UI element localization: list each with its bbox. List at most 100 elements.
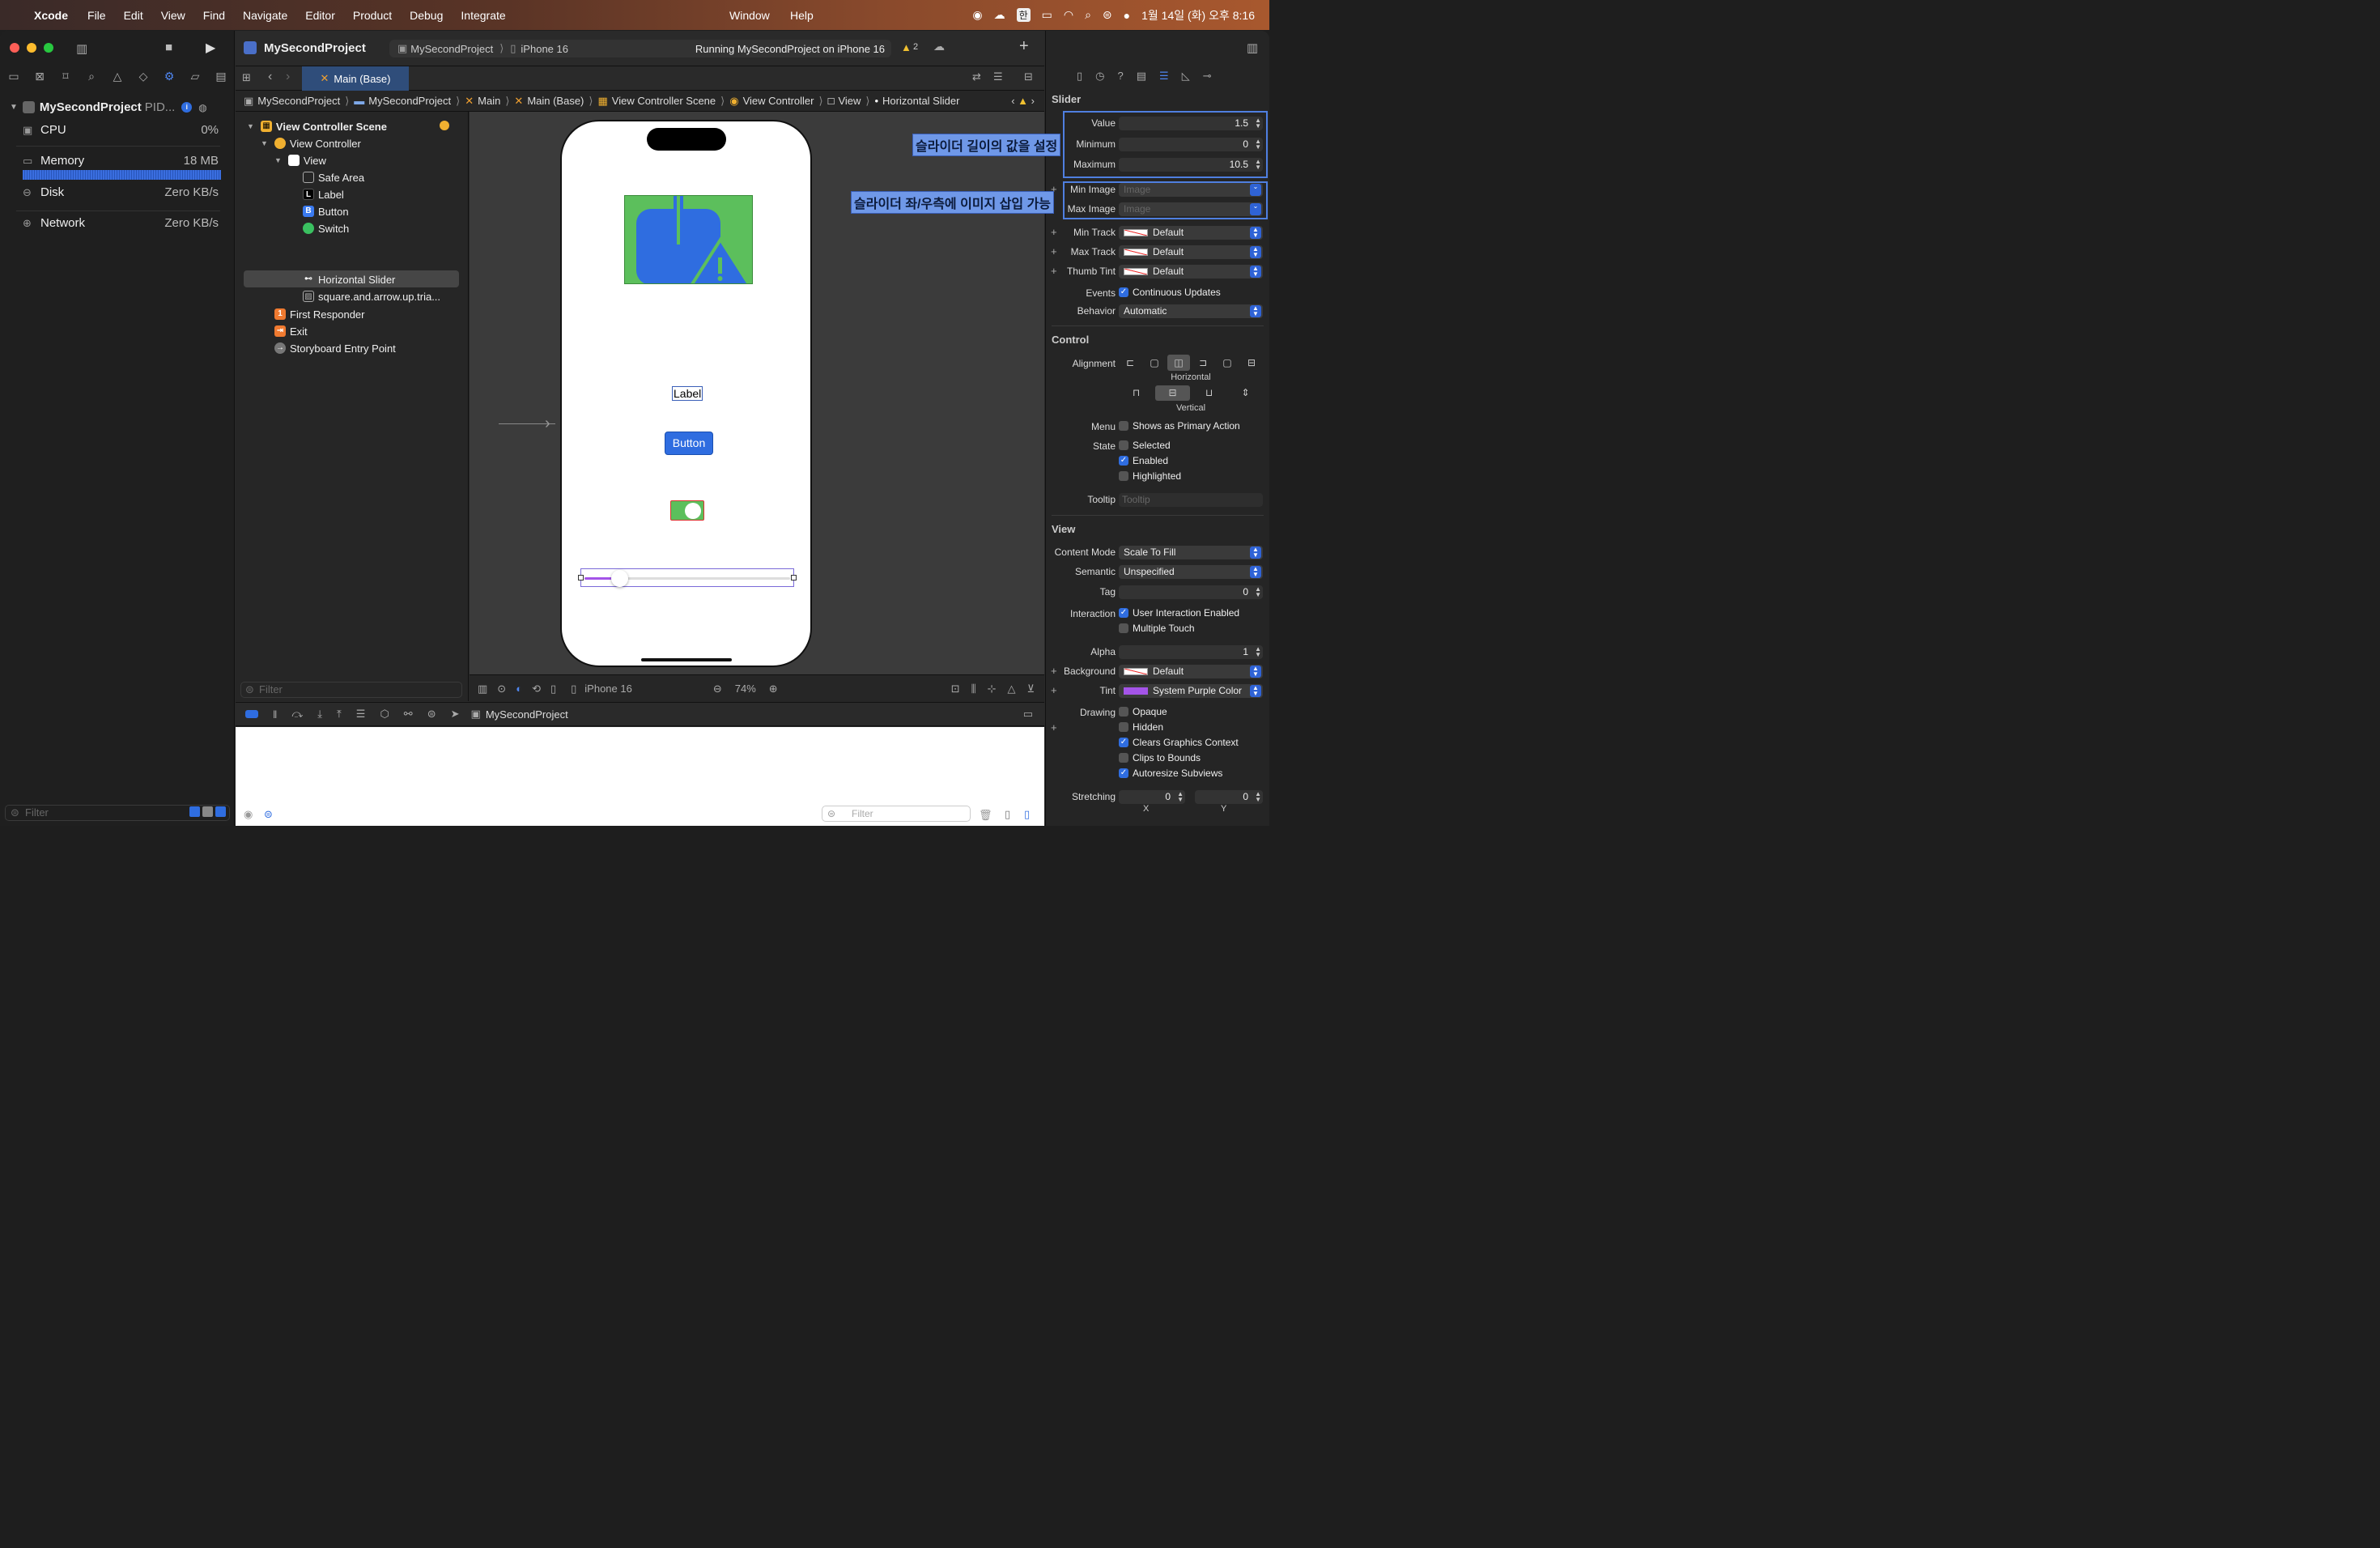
breakpoint-icon[interactable]: ▱ bbox=[188, 70, 202, 83]
jump-item[interactable]: MySecondProject bbox=[368, 95, 451, 107]
app-menu[interactable]: Xcode bbox=[34, 9, 68, 22]
jump-item[interactable]: Main bbox=[478, 95, 500, 107]
warning-icon[interactable]: ▲ bbox=[901, 41, 912, 53]
align-bottom-icon[interactable]: ⊔ bbox=[1192, 385, 1226, 401]
outline-view-controller[interactable]: ▼ View Controller bbox=[261, 135, 361, 151]
stretch-x-field[interactable]: 0 ▲ ▼ bbox=[1119, 790, 1185, 804]
chevron-down-icon[interactable]: ▼ bbox=[274, 156, 282, 164]
resolve-icon[interactable]: △ bbox=[1007, 683, 1015, 695]
menu-navigate[interactable]: Navigate bbox=[243, 9, 287, 22]
navigator-filter[interactable]: ⊜ Filter bbox=[5, 805, 230, 821]
issue-nav-icon[interactable]: ‹ ▲ › bbox=[1011, 95, 1035, 107]
bookmark-icon[interactable]: ⌑ bbox=[58, 70, 73, 83]
outline-switch[interactable]: Switch bbox=[303, 220, 349, 236]
pin-icon[interactable]: ⊹ bbox=[988, 683, 997, 695]
user-interaction-checkbox[interactable]: ✓ User Interaction Enabled bbox=[1119, 607, 1239, 619]
outline-toggle-icon[interactable]: ▥ bbox=[478, 683, 487, 695]
warning-dot-icon[interactable] bbox=[440, 121, 449, 130]
source-control-icon[interactable]: ⊠ bbox=[32, 70, 47, 83]
filter-option-icon[interactable] bbox=[202, 806, 213, 817]
canvas-slider[interactable] bbox=[578, 568, 797, 587]
step-over-icon[interactable]: ⤼ bbox=[291, 708, 303, 721]
align-vfill-icon[interactable]: ⇕ bbox=[1228, 385, 1263, 401]
cloud-icon[interactable]: ☁ bbox=[994, 8, 1005, 22]
align-right-icon[interactable]: ⊐ bbox=[1192, 355, 1214, 371]
align-center-icon[interactable]: ▢ bbox=[1143, 355, 1166, 371]
highlighted-checkbox[interactable]: Highlighted bbox=[1119, 470, 1181, 482]
filter-option-icon[interactable] bbox=[215, 806, 226, 817]
autoresize-checkbox[interactable]: ✓ Autoresize Subviews bbox=[1119, 768, 1222, 779]
tooltip-field[interactable]: Tooltip bbox=[1119, 493, 1263, 507]
outline-button[interactable]: B Button bbox=[303, 203, 349, 219]
warning-count[interactable]: 2 bbox=[913, 42, 918, 52]
split-editor-icon[interactable]: ⊟ bbox=[1024, 70, 1033, 83]
add-icon[interactable]: + bbox=[1019, 37, 1029, 56]
align-left-icon[interactable]: ⊏ bbox=[1119, 355, 1141, 371]
scheme-selector[interactable]: MySecondProject bbox=[410, 43, 493, 55]
accessibility-icon[interactable]: ⊙ bbox=[497, 683, 506, 695]
connections-icon[interactable]: ⊸ bbox=[1203, 70, 1212, 83]
clips-bounds-checkbox[interactable]: Clips to Bounds bbox=[1119, 752, 1201, 763]
tint-popup[interactable]: System Purple Color ▲ ▼ bbox=[1119, 684, 1263, 698]
update-frames-icon[interactable]: ⊡ bbox=[951, 683, 960, 695]
jump-item[interactable]: View bbox=[838, 95, 861, 107]
menu-file[interactable]: File bbox=[87, 9, 106, 22]
cloud-icon[interactable]: ☁ bbox=[933, 40, 945, 53]
orientation-icon[interactable]: ⟲ bbox=[532, 683, 541, 695]
console-area[interactable]: ◉ ⊜ ⊜ Filter 🗑 ▯ ▯ bbox=[236, 727, 1044, 826]
battery-icon[interactable]: ▭ bbox=[1042, 8, 1052, 22]
search-icon[interactable]: ⌕ bbox=[1085, 8, 1091, 22]
console-toggle-icon[interactable]: ▭ bbox=[1023, 708, 1033, 721]
resize-handle[interactable] bbox=[791, 575, 797, 580]
attributes-icon[interactable]: ☰ bbox=[1159, 70, 1169, 83]
vertical-alignment-control[interactable]: ⊓ ⊟ ⊔ ⇕ bbox=[1119, 385, 1263, 401]
slider-thumb[interactable] bbox=[611, 570, 629, 587]
trash-icon[interactable]: 🗑 bbox=[979, 809, 992, 822]
inspector-toggle-icon[interactable]: ▥ bbox=[1247, 40, 1258, 55]
align-icon[interactable]: ⫼ bbox=[971, 683, 976, 695]
menu-find[interactable]: Find bbox=[203, 9, 225, 22]
jump-item[interactable]: Horizontal Slider bbox=[882, 95, 959, 107]
process-row[interactable]: ▼ MySecondProject PID... i ◍ bbox=[10, 100, 207, 114]
horizontal-alignment-control[interactable]: ⊏ ▢ ◫ ⊐ ▢ ⊟ bbox=[1119, 355, 1263, 371]
appearance-icon[interactable]: ◐ bbox=[516, 683, 522, 695]
close-button[interactable] bbox=[10, 43, 19, 53]
back-icon[interactable]: ‹ bbox=[268, 70, 272, 84]
jump-item[interactable]: View Controller bbox=[743, 95, 814, 107]
menu-window[interactable]: Window bbox=[729, 9, 770, 22]
embed-icon[interactable]: ⊻ bbox=[1026, 683, 1035, 695]
primary-action-checkbox[interactable]: Shows as Primary Action bbox=[1119, 420, 1240, 432]
menu-debug[interactable]: Debug bbox=[410, 9, 443, 22]
outline-label[interactable]: L Label bbox=[303, 186, 344, 202]
chevron-down-icon[interactable]: ▼ bbox=[10, 103, 18, 112]
align-leading-icon[interactable]: ▢ bbox=[1216, 355, 1239, 371]
clock[interactable]: 1월 14일 (화) 오후 8:16 bbox=[1141, 7, 1255, 23]
stop-icon[interactable]: ■ bbox=[165, 40, 172, 54]
find-icon[interactable]: ⌕ bbox=[84, 70, 99, 83]
sidebar-toggle-icon[interactable]: ▥ bbox=[76, 41, 87, 56]
iphone-frame[interactable]: Label Button bbox=[560, 120, 812, 667]
chevron-down-icon[interactable]: ▼ bbox=[261, 139, 268, 147]
view-hierarchy-icon[interactable]: ☰ bbox=[356, 708, 366, 721]
enabled-checkbox[interactable]: ✓ Enabled bbox=[1119, 455, 1168, 466]
device-selector[interactable]: iPhone 16 bbox=[521, 43, 568, 55]
identity-icon[interactable]: ▤ bbox=[1137, 70, 1146, 83]
debug-area-toggle-icon[interactable] bbox=[245, 710, 258, 718]
jump-item[interactable]: Main (Base) bbox=[527, 95, 584, 107]
align-trailing-icon[interactable]: ⊟ bbox=[1240, 355, 1263, 371]
zoom-button[interactable] bbox=[44, 43, 53, 53]
notification-icon[interactable]: ◉ bbox=[972, 8, 982, 22]
zoom-level[interactable]: 74% bbox=[735, 683, 756, 695]
input-source[interactable]: 한 bbox=[1016, 8, 1031, 22]
issue-icon[interactable]: △ bbox=[110, 70, 125, 83]
jump-item[interactable]: MySecondProject bbox=[257, 95, 340, 107]
clears-context-checkbox[interactable]: ✓ Clears Graphics Context bbox=[1119, 737, 1239, 748]
size-icon[interactable]: ◺ bbox=[1182, 70, 1190, 83]
environment-icon[interactable]: ⚯ bbox=[404, 708, 413, 721]
opaque-checkbox[interactable]: Opaque bbox=[1119, 706, 1167, 717]
test-icon[interactable]: ◇ bbox=[136, 70, 151, 83]
step-into-icon[interactable]: ⤓ bbox=[317, 708, 322, 721]
outline-filter[interactable]: ⊜ Filter bbox=[240, 682, 462, 698]
semantic-popup[interactable]: Unspecified ▲ ▼ bbox=[1119, 565, 1263, 579]
related-items-icon[interactable]: ⇄ bbox=[972, 70, 981, 83]
